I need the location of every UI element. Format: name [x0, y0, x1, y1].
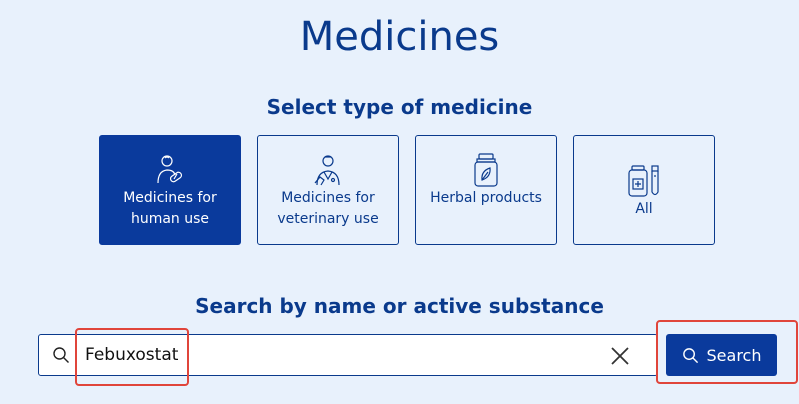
type-card-all-label: All [635, 201, 653, 217]
type-card-all[interactable]: All [573, 135, 715, 245]
herbal-product-icon [473, 153, 499, 187]
clear-icon[interactable] [607, 343, 633, 369]
page-title: Medicines [299, 14, 500, 60]
search-icon [52, 346, 70, 368]
veterinary-icon [311, 153, 345, 187]
search-button-icon [682, 347, 699, 364]
type-card-human[interactable]: Medicines for human use [99, 135, 241, 245]
type-card-human-label: Medicines for human use [123, 190, 217, 227]
type-card-veterinary[interactable]: Medicines for veterinary use [257, 135, 399, 245]
type-card-veterinary-label: Medicines for veterinary use [277, 190, 379, 227]
type-card-herbal[interactable]: Herbal products [415, 135, 557, 245]
search-button[interactable]: Search [666, 334, 777, 376]
search-input[interactable] [85, 340, 585, 370]
human-medicine-icon [155, 153, 185, 187]
all-medicines-icon [626, 164, 662, 198]
type-card-herbal-label: Herbal products [430, 190, 542, 206]
type-selector-heading: Select type of medicine [266, 95, 533, 119]
search-heading: Search by name or active substance [195, 294, 604, 318]
search-field[interactable] [38, 334, 658, 376]
medicines-page: Medicines Select type of medicine Medici… [0, 0, 799, 404]
search-button-label: Search [706, 345, 762, 365]
